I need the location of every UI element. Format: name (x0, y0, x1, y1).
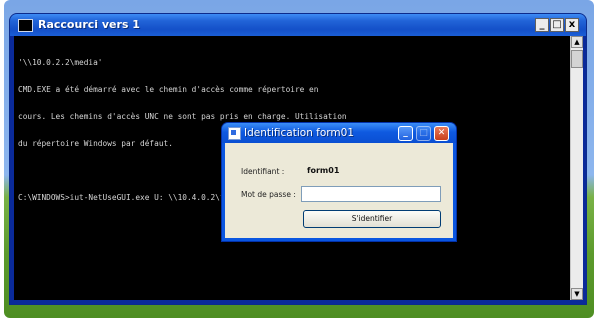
password-label: Mot de passe : (241, 190, 296, 199)
dialog-minimize-button[interactable]: _ (398, 126, 413, 141)
dialog-titlebar[interactable]: Identification form01 _ □ ✕ (222, 123, 456, 143)
console-titlebar[interactable]: Raccourci vers 1 _ □ x (10, 14, 586, 36)
dialog-title: Identification form01 (244, 127, 355, 139)
console-title: Raccourci vers 1 (38, 18, 140, 31)
minimize-button[interactable]: _ (535, 18, 549, 32)
console-line: cours. Les chemins d'accès UNC ne sont p… (18, 112, 347, 121)
console-app-icon (18, 19, 33, 32)
console-line: '\\10.0.2.2\media' (18, 58, 103, 67)
vertical-scrollbar[interactable]: ▲ ▼ (570, 36, 583, 300)
password-input[interactable] (301, 186, 441, 202)
dialog-app-icon (228, 127, 241, 140)
dialog-close-button[interactable]: ✕ (434, 126, 449, 141)
username-label: Identifiant : (241, 167, 285, 176)
username-value: form01 (307, 166, 340, 175)
scroll-thumb[interactable] (571, 50, 583, 68)
scroll-down-arrow-icon[interactable]: ▼ (571, 288, 583, 300)
close-button[interactable]: x (565, 18, 579, 32)
identification-dialog: Identification form01 _ □ ✕ Identifiant … (222, 123, 456, 241)
scroll-up-arrow-icon[interactable]: ▲ (571, 36, 583, 48)
login-button[interactable]: S'identifier (303, 210, 441, 228)
console-line: CMD.EXE a été démarré avec le chemin d'a… (18, 85, 319, 94)
maximize-button[interactable]: □ (550, 18, 564, 32)
dialog-maximize-button: □ (416, 126, 431, 141)
dialog-client-area: Identifiant : form01 Mot de passe : S'id… (225, 143, 453, 238)
